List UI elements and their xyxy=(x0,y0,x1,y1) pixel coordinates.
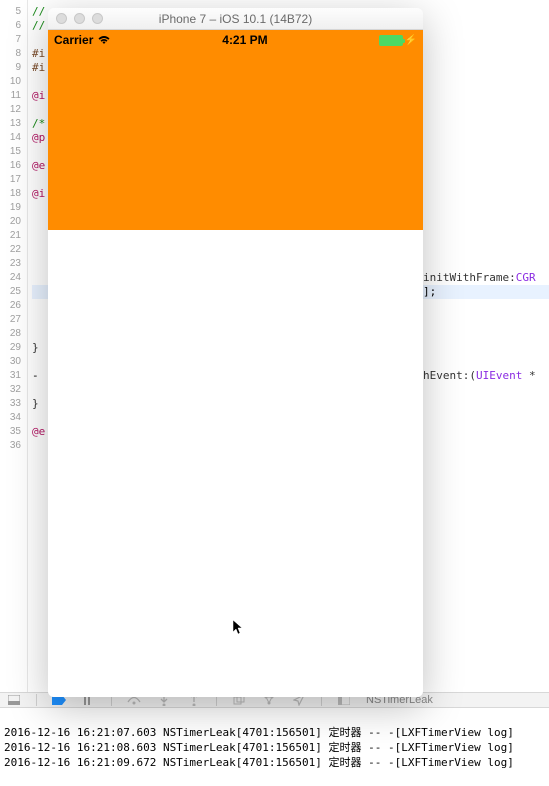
line-number: 27 xyxy=(0,313,21,327)
line-number: 33 xyxy=(0,397,21,411)
line-number: 26 xyxy=(0,299,21,313)
line-gutter: 5678910111213141516171819202122232425262… xyxy=(0,0,28,708)
mouse-cursor xyxy=(233,620,245,636)
carrier-label: Carrier xyxy=(54,33,93,47)
line-number: 18 xyxy=(0,187,21,201)
line-number: 29 xyxy=(0,341,21,355)
line-number: 36 xyxy=(0,439,21,453)
simulator-title: iPhone 7 – iOS 10.1 (14B72) xyxy=(48,12,423,26)
line-number: 5 xyxy=(0,5,21,19)
line-number: 9 xyxy=(0,61,21,75)
line-number: 25 xyxy=(0,285,21,299)
window-controls xyxy=(48,13,103,24)
line-number: 11 xyxy=(0,89,21,103)
line-number: 7 xyxy=(0,33,21,47)
line-number: 19 xyxy=(0,201,21,215)
ios-simulator-window[interactable]: iPhone 7 – iOS 10.1 (14B72) Carrier 4:21… xyxy=(48,8,423,697)
code-tail: ]; xyxy=(423,285,436,299)
line-number: 12 xyxy=(0,103,21,117)
zoom-light[interactable] xyxy=(92,13,103,24)
code-tail: hEvent:(UIEvent * xyxy=(423,369,536,383)
line-number: 16 xyxy=(0,159,21,173)
line-number: 10 xyxy=(0,75,21,89)
line-number: 23 xyxy=(0,257,21,271)
orange-view[interactable] xyxy=(48,50,423,230)
line-number: 24 xyxy=(0,271,21,285)
ios-status-bar: Carrier 4:21 PM ⚡ xyxy=(48,30,423,50)
code-tail: initWithFrame:CGR xyxy=(423,271,536,285)
battery-icon xyxy=(379,35,403,46)
simulator-titlebar[interactable]: iPhone 7 – iOS 10.1 (14B72) xyxy=(48,8,423,30)
separator xyxy=(36,694,37,706)
clock-label: 4:21 PM xyxy=(222,33,267,47)
line-number: 8 xyxy=(0,47,21,61)
line-number: 20 xyxy=(0,215,21,229)
charging-icon: ⚡ xyxy=(405,35,417,46)
line-number: 22 xyxy=(0,243,21,257)
panel-toggle-icon[interactable] xyxy=(6,693,22,707)
line-number: 34 xyxy=(0,411,21,425)
line-number: 14 xyxy=(0,131,21,145)
line-number: 31 xyxy=(0,369,21,383)
line-number: 32 xyxy=(0,383,21,397)
line-number: 35 xyxy=(0,425,21,439)
line-number: 15 xyxy=(0,145,21,159)
line-number: 6 xyxy=(0,19,21,33)
line-number: 28 xyxy=(0,327,21,341)
debug-console[interactable]: 2016-12-16 16:21:07.603 NSTimerLeak[4701… xyxy=(0,708,549,786)
close-light[interactable] xyxy=(56,13,67,24)
line-number: 21 xyxy=(0,229,21,243)
wifi-icon xyxy=(97,35,111,45)
line-number: 30 xyxy=(0,355,21,369)
device-screen[interactable]: Carrier 4:21 PM ⚡ xyxy=(48,30,423,697)
line-number: 17 xyxy=(0,173,21,187)
line-number: 13 xyxy=(0,117,21,131)
minimize-light[interactable] xyxy=(74,13,85,24)
